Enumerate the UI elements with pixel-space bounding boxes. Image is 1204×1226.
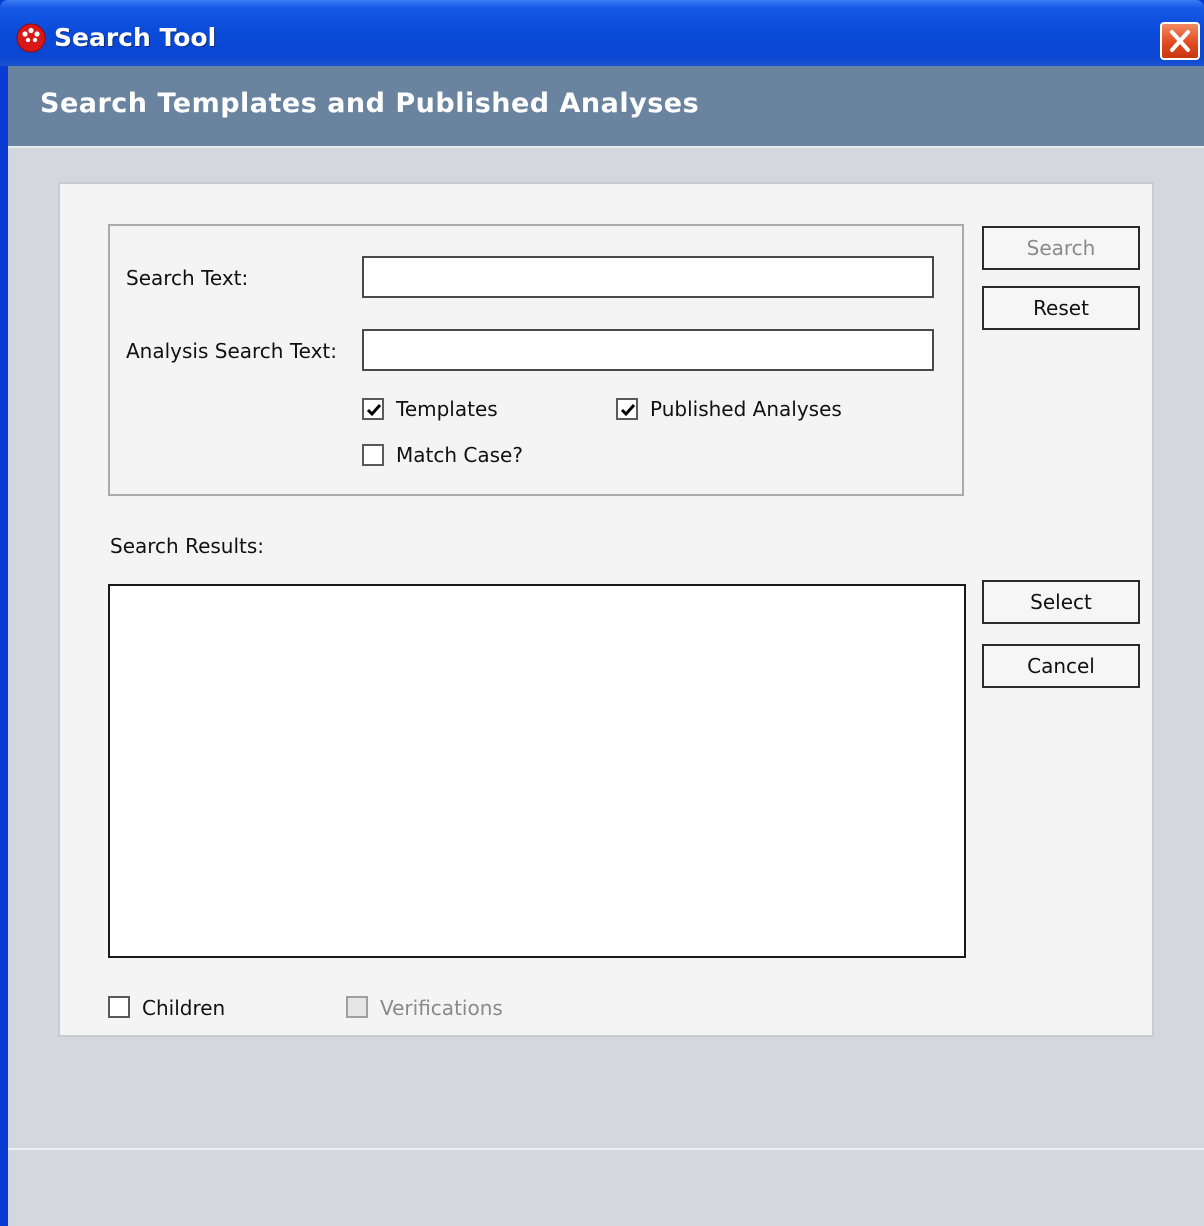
search-results-label: Search Results: — [110, 534, 265, 558]
reset-button[interactable]: Reset — [982, 286, 1140, 330]
title-bar[interactable]: Search Tool — [0, 0, 1204, 66]
checkmark-icon — [620, 404, 636, 417]
analysis-search-text-input[interactable] — [362, 329, 934, 371]
published-analyses-label: Published Analyses — [650, 397, 842, 421]
match-case-checkbox[interactable] — [362, 444, 384, 466]
page-title: Search Templates and Published Analyses — [40, 88, 700, 119]
checkmark-icon — [366, 404, 382, 417]
header-band: Search Templates and Published Analyses — [8, 66, 1204, 148]
published-analyses-checkbox[interactable] — [616, 398, 638, 420]
search-text-input[interactable] — [362, 256, 934, 298]
children-checkbox[interactable] — [108, 996, 130, 1018]
window-title: Search Tool — [54, 23, 217, 52]
search-panel: Search Text: Analysis Search Text: Templ… — [58, 182, 1154, 1037]
match-case-label: Match Case? — [396, 443, 523, 467]
window-client-area: Search Templates and Published Analyses … — [8, 66, 1204, 1226]
verifications-label: Verifications — [380, 996, 503, 1020]
search-button[interactable]: Search — [982, 226, 1140, 270]
search-tool-window: Search Tool Search Templates and Publish… — [0, 0, 1204, 1226]
templates-checkbox[interactable] — [362, 398, 384, 420]
search-results-list[interactable] — [108, 584, 966, 958]
close-button[interactable] — [1160, 22, 1200, 60]
search-criteria-group: Search Text: Analysis Search Text: Templ… — [108, 224, 964, 496]
search-text-label: Search Text: — [126, 266, 249, 290]
children-label: Children — [142, 996, 226, 1020]
verifications-checkbox[interactable] — [346, 996, 368, 1018]
status-divider — [8, 1148, 1204, 1150]
cancel-button[interactable]: Cancel — [982, 644, 1140, 688]
close-x-icon — [1170, 30, 1190, 52]
red-dots-app-icon — [16, 23, 46, 53]
select-button[interactable]: Select — [982, 580, 1140, 624]
templates-label: Templates — [396, 397, 498, 421]
analysis-search-text-label: Analysis Search Text: — [126, 339, 338, 363]
